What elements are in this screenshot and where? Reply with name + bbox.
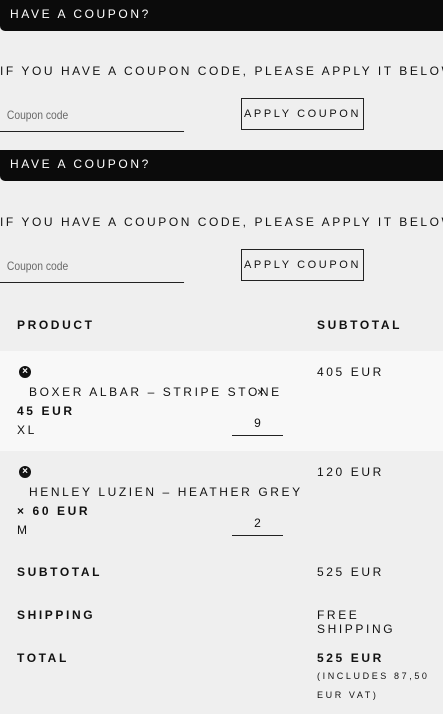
quantity-input[interactable] <box>232 410 283 436</box>
coupon-toggle-title: HAVE A COUPON? <box>10 7 151 21</box>
cart-subtotal-label: SUBTOTAL <box>17 565 103 579</box>
vat-note: (INCLUDES 87,50 EUR VAT) <box>317 671 430 700</box>
quantity-input[interactable] <box>232 510 283 536</box>
coupon-toggle-bar[interactable]: HAVE A COUPON? <box>0 0 443 31</box>
shipping-value: FREE SHIPPING <box>317 608 396 636</box>
coupon-info-text: IF YOU HAVE A COUPON CODE, PLEASE APPLY … <box>0 215 443 229</box>
quantity-multiplier: × <box>17 504 27 518</box>
subtotal-column-header: SUBTOTAL <box>317 318 403 332</box>
cart-subtotal-value: 525 EUR <box>317 565 384 579</box>
product-price-value: 60 EUR <box>32 504 91 518</box>
coupon-info-text: IF YOU HAVE A COUPON CODE, PLEASE APPLY … <box>0 64 443 78</box>
coupon-code-input[interactable] <box>0 249 185 283</box>
coupon-code-input[interactable] <box>0 98 185 132</box>
product-variant: XL <box>17 423 37 437</box>
product-variant: M <box>17 523 30 537</box>
quantity-multiplier: × <box>257 385 267 399</box>
apply-coupon-button[interactable]: APPLY COUPON <box>241 249 364 281</box>
shipping-label: SHIPPING <box>17 608 96 622</box>
apply-coupon-button[interactable]: APPLY COUPON <box>241 98 364 130</box>
product-column-header: PRODUCT <box>17 318 95 332</box>
remove-item-icon[interactable]: × <box>19 466 31 478</box>
product-price: × 60 EUR <box>17 504 90 518</box>
remove-item-icon[interactable]: × <box>19 366 31 378</box>
item-subtotal: 120 EUR <box>317 465 384 479</box>
coupon-toggle-bar[interactable]: HAVE A COUPON? <box>0 150 443 181</box>
product-name-link[interactable]: HENLEY LUZIEN – HEATHER GREY <box>29 485 303 499</box>
item-subtotal: 405 EUR <box>317 365 384 379</box>
coupon-toggle-title: HAVE A COUPON? <box>10 157 151 171</box>
total-value: 525 EUR <box>317 651 384 665</box>
total-label: TOTAL <box>17 651 69 665</box>
product-name-link[interactable]: BOXER ALBAR – STRIPE STONE <box>29 385 282 399</box>
product-price: 45 EUR <box>17 404 75 418</box>
